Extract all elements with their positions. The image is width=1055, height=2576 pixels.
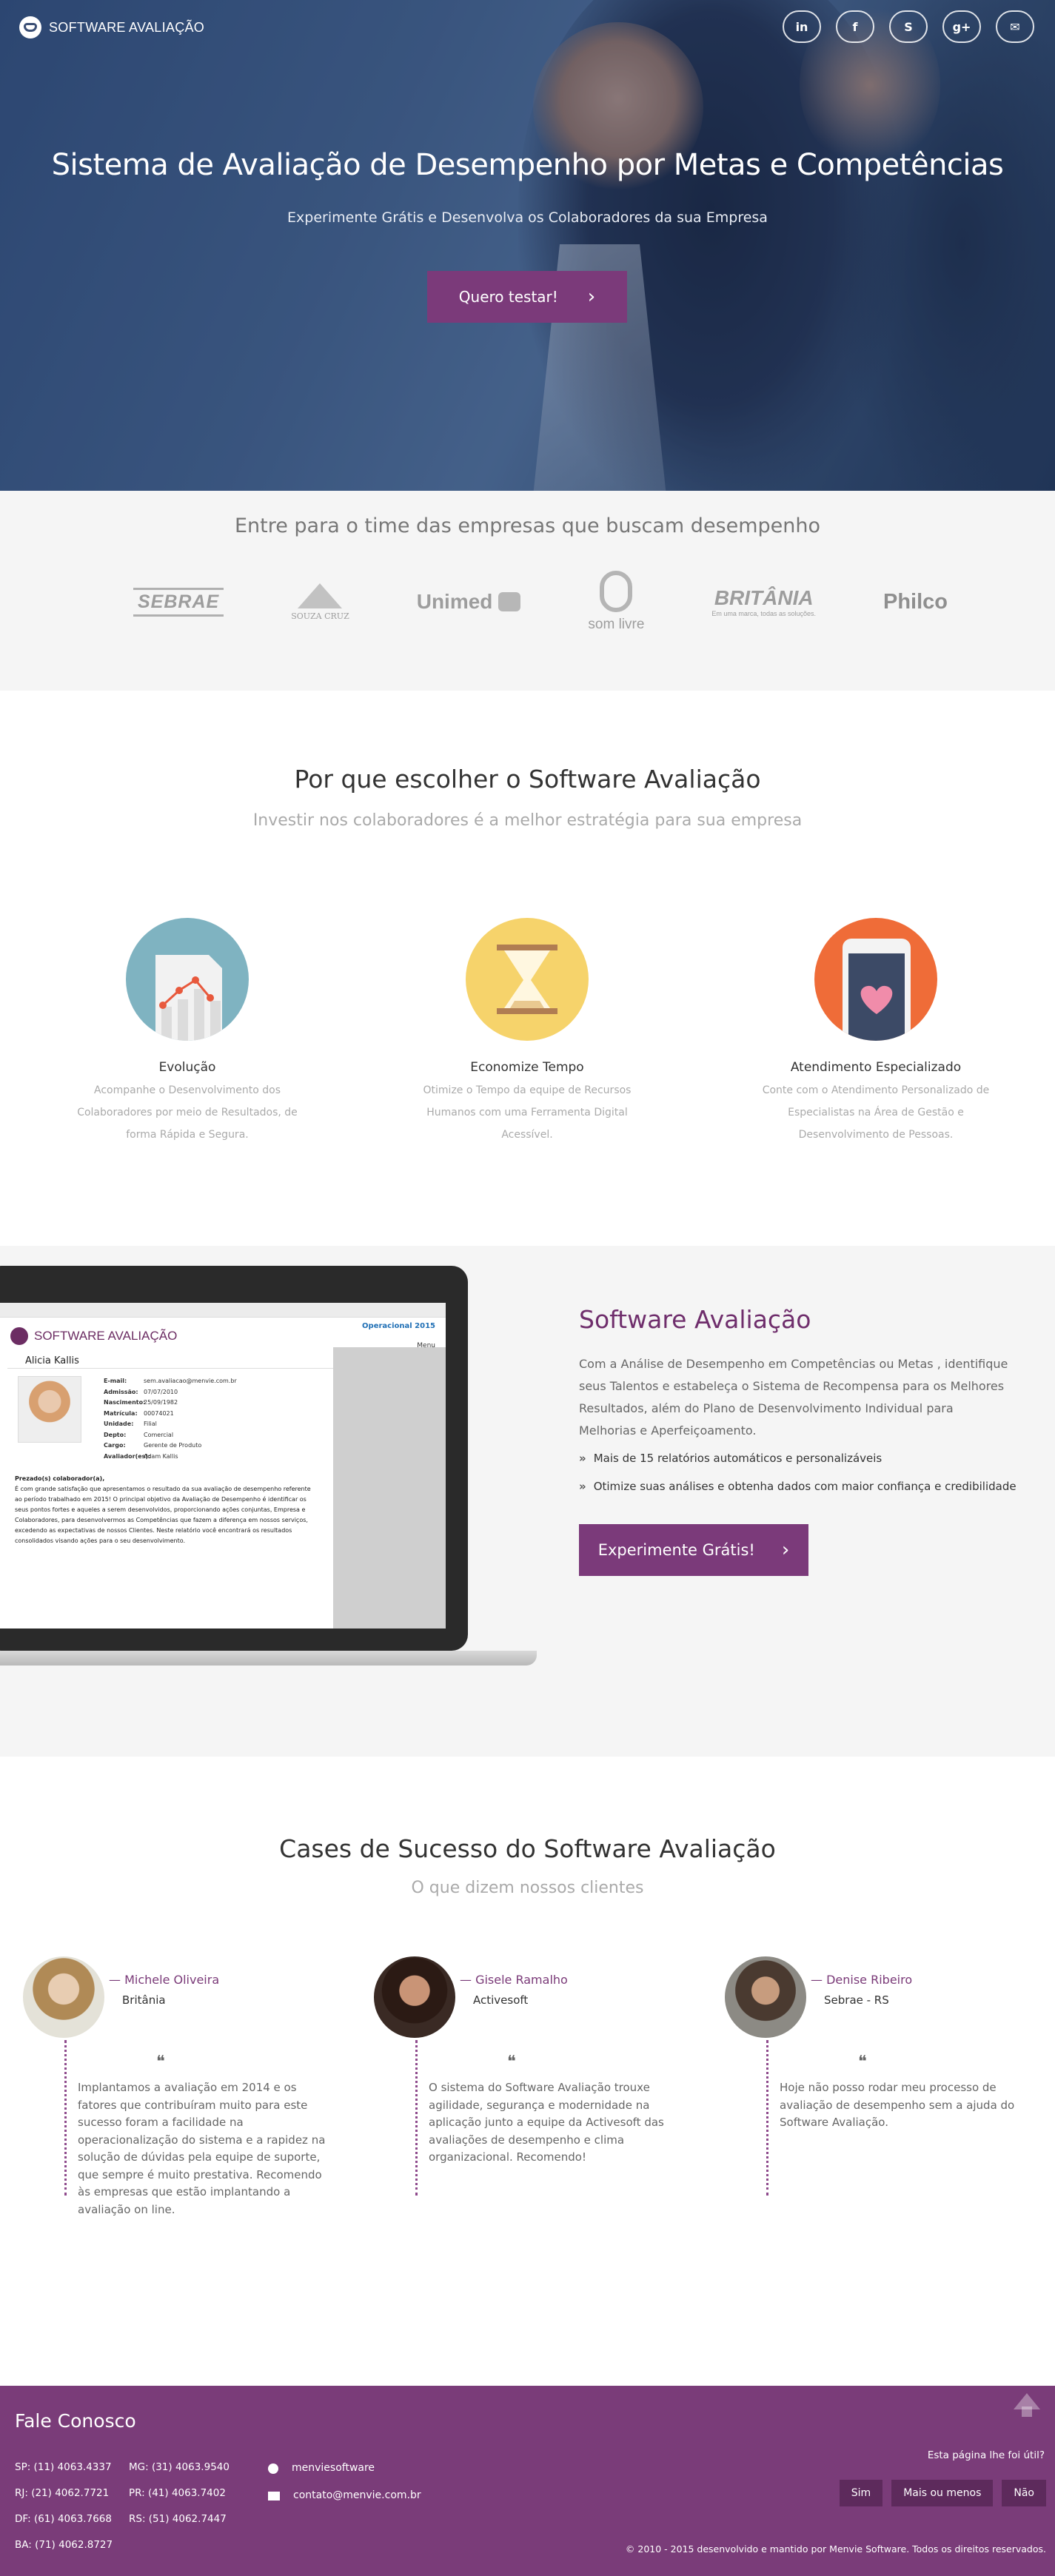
client-logo-som-livre: som livre (588, 571, 644, 633)
person-photo (18, 1376, 81, 1443)
screenshot-report: SOFTWARE AVALIAÇÃO Operacional 2015 Menu… (0, 1303, 446, 1629)
cases-title: Cases de Sucesso do Software Avaliação (279, 1834, 776, 1863)
feature-text: Conte com o Atendimento Personalizado de… (762, 1084, 990, 1141)
chevron-right-icon: › (781, 1539, 790, 1561)
testimonial-text: Hoje não posso rodar meu processo de ava… (780, 2081, 1015, 2129)
try-button-label: Quero testar! (458, 288, 558, 306)
contact-links: menviesoftware contato@menvie.com.br (268, 2455, 421, 2509)
product-title: Software Avaliação (579, 1305, 811, 1334)
client-logo-britania: BRITÂNIA Em uma marca, todas as soluções… (711, 586, 816, 617)
client-logo-sebrae: SEBRAE (133, 587, 224, 617)
cases-subtitle: O que dizem nossos clientes (411, 1879, 644, 1897)
product-bullets: » Mais de 15 relatórios automáticos e per… (579, 1444, 1017, 1500)
testimonial-name: — Gisele Ramalho (460, 1973, 568, 1987)
feedback-question: Esta página lhe foi útil? (927, 2449, 1045, 2461)
quote-icon: ❝ (507, 2053, 516, 2071)
laptop-mockup: SOFTWARE AVALIAÇÃO Operacional 2015 Menu… (0, 1266, 537, 1666)
footer-title: Fale Conosco (15, 2410, 136, 2432)
email-icon[interactable]: ✉ (996, 10, 1034, 43)
why-title: Por que escolher o Software Avaliação (294, 765, 761, 794)
email-icon (268, 2491, 280, 2500)
feature-evolution: Evolução Acompanhe o Desenvolvimento dos… (65, 918, 309, 1146)
email-contact[interactable]: contato@menvie.com.br (268, 2482, 421, 2509)
feedback-no-button[interactable]: Não (1002, 2480, 1046, 2506)
quote-icon: ❝ (858, 2053, 867, 2071)
hourglass-icon (466, 918, 589, 1041)
testimonial-name: — Denise Ribeiro (811, 1973, 913, 1987)
skype-contact[interactable]: menviesoftware (268, 2455, 421, 2482)
hero-subtitle: Experimente Grátis e Desenvolva os Colab… (287, 209, 768, 226)
feature-title: Atendimento Especializado (790, 1060, 962, 1075)
cases-section: Cases de Sucesso do Software Avaliação O… (0, 1757, 1055, 2386)
clients-title: Entre para o time das empresas que busca… (234, 514, 821, 537)
testimonial-text: Implantamos a avaliação em 2014 e os fat… (78, 2081, 326, 2216)
hero-section: SOFTWARE AVALIAÇÃO in f S g+ ✉ Sistema d… (0, 0, 1055, 491)
hero-title: Sistema de Avaliação de Desempenho por M… (51, 148, 1004, 182)
client-logo-unimed: Unimed (417, 590, 521, 614)
footer: Fale Conosco SP: (11) 4063.4337 RJ: (21)… (0, 2386, 1055, 2576)
brand-logo[interactable]: SOFTWARE AVALIAÇÃO (19, 16, 204, 38)
product-description: Com a Análise de Desempenho em Competênc… (579, 1357, 1008, 1438)
product-section: SOFTWARE AVALIAÇÃO Operacional 2015 Menu… (0, 1246, 1055, 1757)
client-logos: SEBRAE SOUZA CRUZ Unimed som livre BRITÂ… (133, 571, 948, 633)
skype-icon (268, 2463, 278, 2474)
feedback-buttons: Sim Mais ou menos Não (839, 2480, 1046, 2506)
list-item: » Mais de 15 relatórios automáticos e per… (579, 1452, 882, 1465)
avatar (23, 1956, 104, 2038)
why-subtitle: Investir nos colaboradores é a melhor es… (252, 811, 803, 830)
avatar (374, 1956, 455, 2038)
feedback-maybe-button[interactable]: Mais ou menos (891, 2480, 994, 2506)
feature-title: Economize Tempo (470, 1060, 584, 1075)
list-item: » Otimize suas análises e obtenha dados c… (579, 1480, 1017, 1493)
testimonial-text: O sistema do Software Avaliação trouxe a… (429, 2081, 664, 2164)
phone-list: SP: (11) 4063.4337 RJ: (21) 4062.7721 DF… (15, 2461, 113, 2551)
feedback-yes-button[interactable]: Sim (839, 2480, 883, 2506)
feature-text: Acompanhe o Desenvolvimento dos Colabora… (77, 1084, 298, 1141)
feature-title: Evolução (158, 1060, 216, 1075)
social-links: in f S g+ ✉ (783, 10, 1034, 43)
chart-icon (126, 918, 249, 1041)
avatar (725, 1956, 806, 2038)
testimonial-company: Activesoft (473, 1993, 529, 2007)
chevron-right-icon: › (587, 286, 596, 308)
phone-heart-icon (814, 918, 937, 1041)
feature-support: Atendimento Especializado Conte com o At… (754, 918, 998, 1146)
quote-icon: ❝ (156, 2053, 165, 2071)
why-section: Por que escolher o Software Avaliação In… (0, 691, 1055, 1246)
testimonial-company: Sebrae - RS (824, 1993, 889, 2007)
client-logo-philco: Philco (882, 589, 948, 614)
copyright: © 2010 - 2015 desenvolvido e mantido por… (625, 2543, 1046, 2555)
facebook-icon[interactable]: f (836, 10, 874, 43)
feature-text: Otimize o Tempo da equipe de Recursos Hu… (423, 1084, 632, 1141)
brand-name: SOFTWARE AVALIAÇÃO (49, 19, 205, 35)
free-trial-button[interactable]: Experimente Grátis! › (579, 1524, 808, 1576)
linkedin-icon[interactable]: in (783, 10, 821, 43)
logo-icon (10, 1326, 28, 1345)
testimonial-company: Britânia (122, 1993, 166, 2007)
phone-list: MG: (31) 4063.9540 PR: (41) 4063.7402 RS… (129, 2461, 230, 2525)
testimonial-name: — Michele Oliveira (109, 1973, 220, 1987)
feature-time: Economize Tempo Otimize o Tempo da equip… (405, 918, 649, 1146)
scroll-top-icon[interactable] (1014, 2393, 1040, 2417)
free-trial-label: Experimente Grátis! (597, 1541, 755, 1559)
try-button[interactable]: Quero testar! › (427, 271, 627, 323)
logo-icon (19, 16, 41, 38)
skype-icon[interactable]: S (889, 10, 928, 43)
client-logo-souza-cruz: SOUZA CRUZ (291, 583, 349, 621)
clients-section: Entre para o time das empresas que busca… (0, 491, 1055, 691)
google-plus-icon[interactable]: g+ (942, 10, 981, 43)
